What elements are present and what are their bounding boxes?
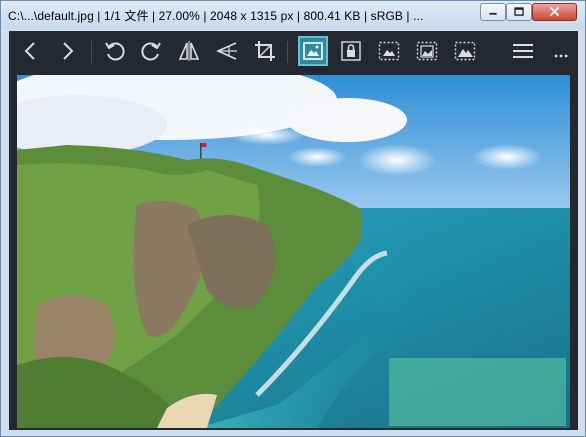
coastal-cliff-photo: [17, 75, 570, 428]
fit-image-button[interactable]: [298, 36, 328, 66]
rotate-cw-icon: [141, 42, 161, 61]
close-button[interactable]: [532, 3, 577, 21]
chevron-left-icon: [24, 42, 35, 60]
image-dashed-icon: [416, 41, 438, 61]
flip-horizontal-button[interactable]: [175, 37, 203, 65]
ellipsis-icon: [554, 54, 568, 58]
flip-vertical-icon: [216, 42, 237, 60]
lock-zoom-button[interactable]: [337, 37, 365, 65]
photo: [17, 75, 570, 428]
hamburger-icon: [513, 44, 533, 58]
zoom-option-2-button[interactable]: [413, 37, 441, 65]
previous-button[interactable]: [17, 37, 45, 65]
minimize-icon: [489, 12, 497, 15]
image-dashed-icon: [378, 41, 400, 61]
maximize-button[interactable]: [506, 3, 532, 21]
image-viewport[interactable]: [9, 75, 578, 430]
zoom-option-3-button[interactable]: [451, 37, 479, 65]
chevron-right-icon: [63, 42, 74, 60]
window-title: C:\...\default.jpg | 1/1 文件 | 27.00% | 2…: [8, 9, 424, 23]
more-button[interactable]: [547, 37, 575, 65]
next-button[interactable]: [53, 37, 81, 65]
rotate-left-button[interactable]: [101, 37, 129, 65]
toolbar-divider: [91, 41, 92, 63]
maximize-icon: [514, 7, 524, 16]
image-fit-icon: [303, 42, 323, 60]
zoom-option-1-button[interactable]: [375, 37, 403, 65]
app-window: C:\...\default.jpg | 1/1 文件 | 27.00% | 2…: [0, 0, 586, 437]
rotate-right-button[interactable]: [137, 37, 165, 65]
crop-button[interactable]: [251, 37, 279, 65]
flip-vertical-button[interactable]: [213, 37, 241, 65]
toolbar-divider: [287, 41, 288, 63]
image-dashed-icon: [454, 41, 476, 61]
rotate-ccw-icon: [105, 42, 125, 61]
menu-button[interactable]: [509, 37, 537, 65]
lock-icon: [341, 41, 361, 61]
toolbar: [9, 31, 578, 75]
title-bar[interactable]: C:\...\default.jpg | 1/1 文件 | 27.00% | 2…: [1, 1, 585, 29]
crop-icon: [255, 41, 275, 61]
minimize-button[interactable]: [480, 3, 506, 21]
flip-horizontal-icon: [178, 41, 200, 61]
close-icon: [549, 6, 560, 17]
